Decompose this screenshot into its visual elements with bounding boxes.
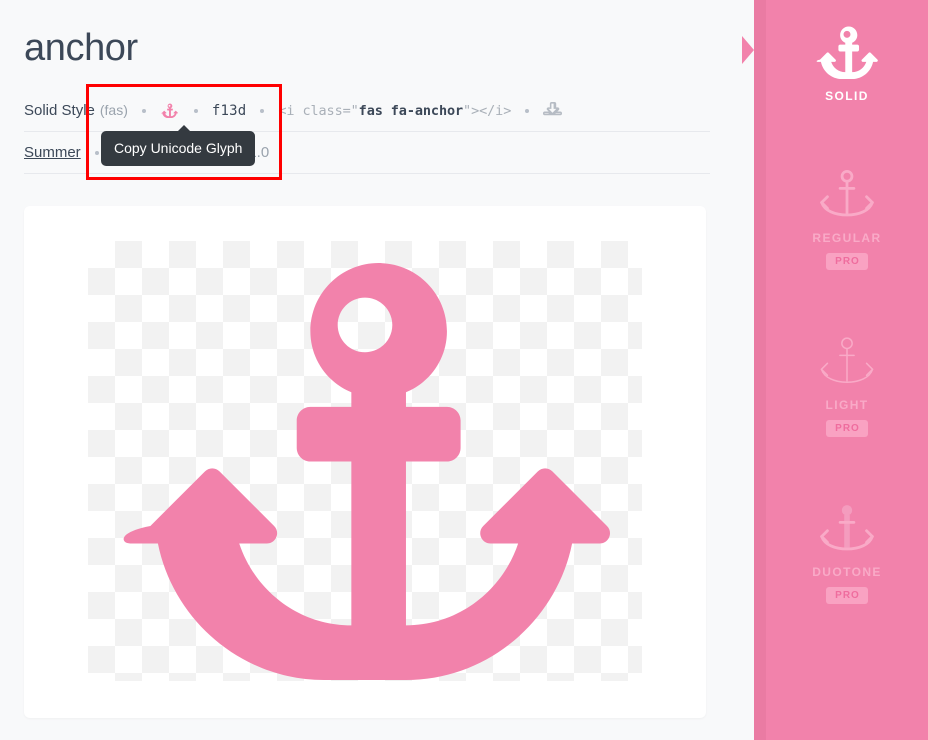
download-tray-icon[interactable]: [543, 101, 563, 120]
style-name: Solid Style: [24, 102, 95, 119]
anchor-regular-icon: [816, 164, 878, 222]
sidebar-rail: [754, 0, 766, 740]
pro-badge: PRO: [826, 420, 868, 437]
category-link-summer[interactable]: Summer: [24, 144, 81, 161]
html-snippet[interactable]: <i class="fas fa-anchor"></i>: [278, 103, 511, 119]
snippet-open-prefix: <i class=: [278, 102, 351, 119]
style-sidebar: SOLID REGULAR PRO LIGHT PRO DUOTONE PRO: [742, 0, 928, 740]
sidebar-item-label: LIGHT: [825, 398, 869, 412]
metadata-row-style: Solid Style (fas) f13d <i class="fas fa-a…: [24, 90, 710, 132]
tooltip-text: Copy Unicode Glyph: [114, 140, 243, 156]
icon-detail-page: anchor Solid Style (fas) f13d <i class="f…: [0, 0, 928, 740]
sidebar-item-duotone[interactable]: DUOTONE PRO: [766, 498, 928, 604]
sidebar-item-regular[interactable]: REGULAR PRO: [766, 164, 928, 270]
separator-dot: [260, 108, 265, 113]
anchor-solid-icon: [816, 22, 878, 80]
snippet-quote-close: ": [463, 102, 472, 119]
transparency-checkerboard: [88, 241, 642, 681]
style-family: (fas): [99, 102, 128, 118]
sidebar-item-solid[interactable]: SOLID: [766, 22, 928, 103]
sidebar-item-label: SOLID: [825, 89, 869, 103]
separator-dot: [193, 108, 198, 113]
pro-badge: PRO: [826, 253, 868, 270]
snippet-quote-open: ": [350, 102, 359, 119]
anchor-light-icon: [816, 331, 878, 389]
separator-dot: [141, 108, 146, 113]
chevron-left-icon[interactable]: [742, 36, 754, 64]
icon-preview-card: [24, 206, 706, 718]
snippet-open-suffix: >: [471, 102, 480, 119]
tooltip-copy-unicode-glyph: Copy Unicode Glyph: [101, 125, 256, 166]
snippet-class-value: fas fa-anchor: [358, 102, 464, 119]
sidebar-item-label: DUOTONE: [812, 565, 882, 579]
main-content: anchor Solid Style (fas) f13d <i class="f…: [0, 0, 754, 740]
pro-badge: PRO: [826, 587, 868, 604]
separator-dot: [94, 150, 99, 155]
sidebar-item-light[interactable]: LIGHT PRO: [766, 331, 928, 437]
unicode-code[interactable]: f13d: [212, 103, 247, 119]
tooltip-arrow: [177, 125, 191, 132]
separator-dot: [525, 108, 530, 113]
anchor-icon-large: [88, 241, 642, 681]
anchor-duotone-icon: [816, 498, 878, 556]
snippet-close-tag: </i>: [479, 102, 512, 119]
page-title: anchor: [24, 27, 138, 69]
style-name-group: Solid Style (fas): [24, 102, 128, 119]
anchor-icon[interactable]: [160, 102, 180, 119]
sidebar-item-label: REGULAR: [812, 231, 882, 245]
